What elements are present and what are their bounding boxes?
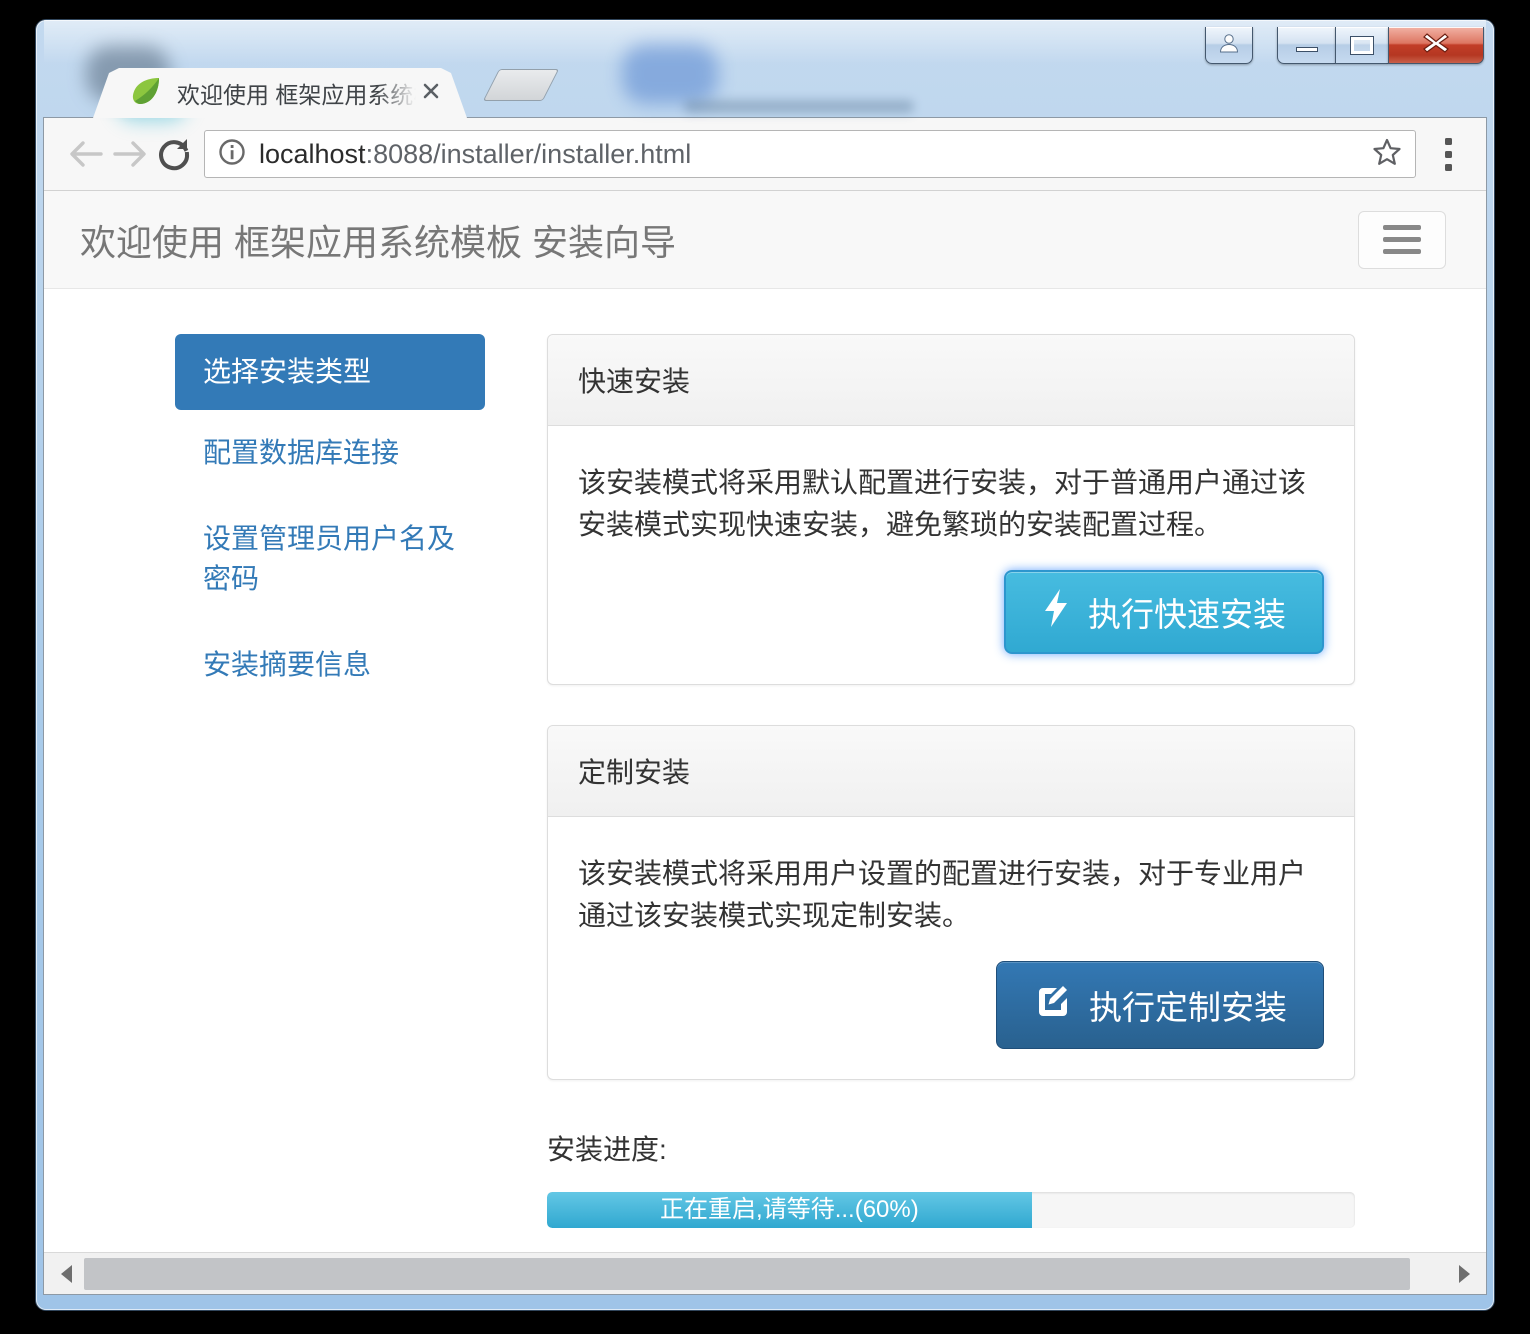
quick-install-panel: 快速安装 该安装模式将采用默认配置进行安装，对于普通用户通过该安装模式实现快速安…: [547, 334, 1355, 685]
close-icon: [1423, 32, 1449, 59]
person-icon: [1217, 31, 1241, 60]
page-title: 欢迎使用 框架应用系统模板 安装向导: [80, 214, 676, 266]
sidebar-item-admin-account[interactable]: 设置管理员用户名及密码: [175, 496, 485, 622]
profile-button[interactable]: [1205, 27, 1253, 64]
scroll-right-arrow[interactable]: [1446, 1253, 1482, 1294]
minimize-button[interactable]: [1277, 27, 1335, 64]
url-path: :8088/installer/installer.html: [366, 139, 692, 169]
maximize-button[interactable]: [1335, 27, 1388, 64]
install-progress-label: 安装进度:: [547, 1128, 1355, 1168]
forward-button[interactable]: [108, 132, 152, 176]
custom-install-panel-title: 定制安装: [548, 726, 1354, 817]
sidebar-item-install-type[interactable]: 选择安装类型: [175, 334, 485, 410]
browser-toolbar: localhost:8088/installer/installer.html: [44, 118, 1486, 191]
progress-fill: 正在重启,请等待...(60%): [547, 1192, 1032, 1228]
spring-leaf-favicon: [129, 75, 163, 112]
titlebar-reflection: [684, 100, 914, 113]
sidebar-item-summary[interactable]: 安装摘要信息: [175, 622, 485, 708]
edit-icon: [1033, 982, 1071, 1028]
quick-install-button[interactable]: 执行快速安装: [1004, 570, 1324, 654]
quick-install-description: 该安装模式将采用默认配置进行安装，对于普通用户通过该安装模式实现快速安装，避免繁…: [578, 462, 1324, 546]
tab-close-icon[interactable]: [421, 81, 441, 106]
custom-install-description: 该安装模式将采用用户设置的配置进行安装，对于专业用户通过该安装模式实现定制安装。: [578, 853, 1324, 937]
minimize-icon: [1296, 47, 1318, 52]
window-titlebar: 欢迎使用 框架应用系统模板: [44, 20, 1486, 118]
navbar-toggle-button[interactable]: [1358, 211, 1446, 269]
maximize-icon: [1351, 37, 1373, 54]
sidebar-item-database[interactable]: 配置数据库连接: [175, 410, 485, 496]
custom-install-button[interactable]: 执行定制安装: [996, 961, 1324, 1049]
url-host: localhost: [259, 139, 366, 169]
custom-install-panel: 定制安装 该安装模式将采用用户设置的配置进行安装，对于专业用户通过该安装模式实现…: [547, 725, 1355, 1080]
browser-window: 欢迎使用 框架应用系统模板 localhost:8088/installer/: [36, 20, 1494, 1310]
browser-tab[interactable]: 欢迎使用 框架应用系统模板: [93, 68, 467, 118]
chrome-menu-button[interactable]: [1426, 132, 1470, 176]
scroll-left-arrow[interactable]: [48, 1253, 84, 1294]
install-steps-nav: 选择安装类型 配置数据库连接 设置管理员用户名及密码 安装摘要信息: [175, 334, 485, 1228]
scrollbar-thumb[interactable]: [84, 1258, 1410, 1290]
quick-install-panel-title: 快速安装: [548, 335, 1354, 426]
titlebar-reflection: [622, 44, 718, 104]
back-button[interactable]: [64, 132, 108, 176]
new-tab-button[interactable]: [483, 69, 559, 101]
horizontal-scrollbar[interactable]: [44, 1252, 1486, 1294]
address-bar[interactable]: localhost:8088/installer/installer.html: [204, 130, 1416, 178]
lightning-icon: [1042, 588, 1070, 636]
close-window-button[interactable]: [1388, 27, 1484, 64]
install-progress-bar: 正在重启,请等待...(60%): [547, 1192, 1355, 1228]
page-info-icon[interactable]: [218, 138, 246, 171]
bookmark-star-icon[interactable]: [1371, 136, 1403, 173]
url-text: localhost:8088/installer/installer.html: [259, 139, 1371, 170]
page-viewport: 欢迎使用 框架应用系统模板 安装向导 选择安装类型 配置数据库连接 设置管理员用…: [44, 191, 1486, 1252]
hamburger-icon: [1383, 225, 1421, 230]
tab-title: 欢迎使用 框架应用系统模板: [177, 76, 421, 110]
reload-button[interactable]: [152, 132, 196, 176]
page-navbar: 欢迎使用 框架应用系统模板 安装向导: [44, 191, 1486, 289]
